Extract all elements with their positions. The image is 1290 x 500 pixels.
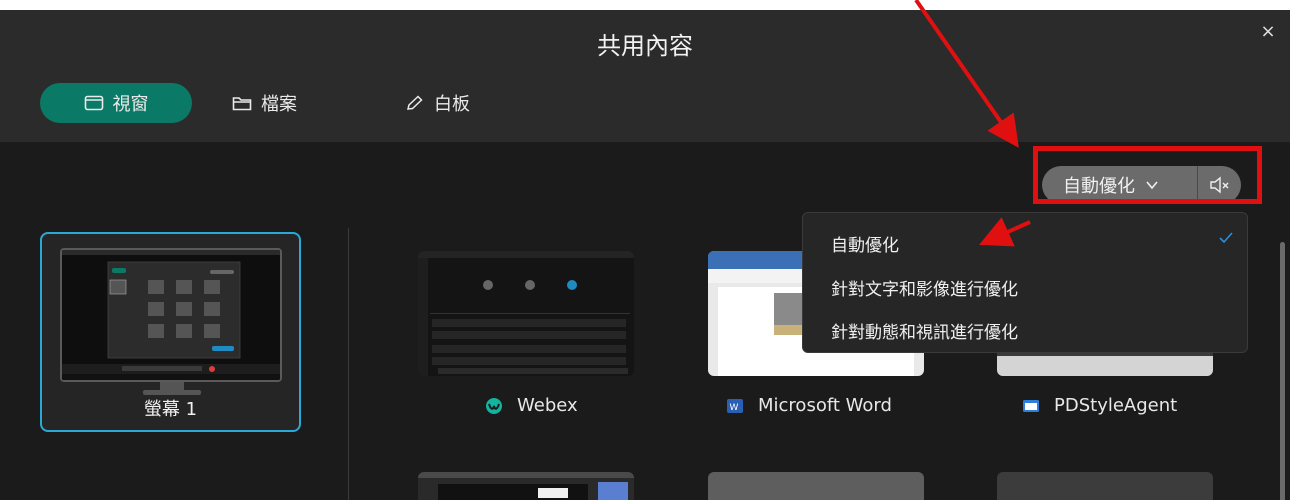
optimize-dropdown-menu: 自動優化 針對文字和影像進行優化 針對動態和視訊進行優化 bbox=[802, 212, 1248, 353]
dialog-header: 共用內容 × 視窗 檔案 白板 bbox=[0, 10, 1290, 142]
menu-item-auto-optimize[interactable]: 自動優化 bbox=[831, 231, 899, 256]
tab-files[interactable]: 檔案 bbox=[232, 83, 297, 123]
window-icon bbox=[84, 95, 103, 111]
screen-preview-image bbox=[62, 250, 280, 380]
divider bbox=[348, 228, 349, 500]
top-banner bbox=[0, 0, 1290, 10]
optimize-controls: 自動優化 bbox=[1042, 166, 1241, 204]
page: 共用內容 × 視窗 檔案 白板 自動優化 螢幕 1 Webex W Micros… bbox=[0, 0, 1290, 500]
check-icon bbox=[1219, 232, 1233, 244]
thumbnail-row2-1[interactable] bbox=[418, 472, 634, 500]
webex-icon bbox=[486, 397, 502, 414]
thumbnail-row2-3[interactable] bbox=[997, 472, 1213, 500]
menu-item-optimize-text-image[interactable]: 針對文字和影像進行優化 bbox=[831, 275, 1018, 300]
mute-audio-button[interactable] bbox=[1197, 166, 1241, 204]
screen-1-preview bbox=[60, 248, 282, 382]
webex-thumbnail[interactable] bbox=[418, 251, 634, 376]
row2-preview-image-1 bbox=[418, 472, 634, 500]
screen-1-card[interactable]: 螢幕 1 bbox=[40, 232, 301, 432]
close-button[interactable]: × bbox=[1256, 20, 1280, 44]
tab-window-label: 視窗 bbox=[112, 94, 149, 115]
app-window-icon bbox=[1023, 399, 1039, 412]
scrollbar[interactable] bbox=[1280, 242, 1285, 500]
webex-label-row: Webex bbox=[485, 395, 578, 416]
thumbnail-row2-2[interactable] bbox=[708, 472, 924, 500]
word-label-row: W Microsoft Word bbox=[726, 395, 892, 416]
pdstyleagent-label-row: PDStyleAgent bbox=[1022, 395, 1177, 416]
menu-item-optimize-motion-video[interactable]: 針對動態和視訊進行優化 bbox=[831, 318, 1018, 343]
svg-text:W: W bbox=[730, 403, 739, 413]
pen-icon bbox=[407, 95, 423, 110]
word-icon: W bbox=[727, 398, 743, 413]
optimize-selected-label: 自動優化 bbox=[1063, 176, 1135, 197]
screen-1-label: 螢幕 1 bbox=[143, 399, 198, 420]
speaker-muted-icon bbox=[1209, 176, 1228, 194]
optimize-select[interactable]: 自動優化 bbox=[1042, 166, 1197, 204]
tab-whiteboard[interactable]: 白板 bbox=[405, 83, 470, 123]
word-label: Microsoft Word bbox=[758, 395, 892, 416]
folder-icon bbox=[232, 97, 252, 111]
dialog-title: 共用內容 bbox=[597, 32, 693, 60]
webex-preview-image bbox=[418, 251, 634, 376]
chevron-down-icon bbox=[1146, 181, 1158, 190]
tab-whiteboard-label: 白板 bbox=[434, 94, 470, 115]
tab-files-label: 檔案 bbox=[261, 94, 297, 115]
pdstyleagent-label: PDStyleAgent bbox=[1054, 395, 1178, 416]
tab-window[interactable]: 視窗 bbox=[40, 83, 192, 123]
webex-label: Webex bbox=[517, 395, 578, 416]
